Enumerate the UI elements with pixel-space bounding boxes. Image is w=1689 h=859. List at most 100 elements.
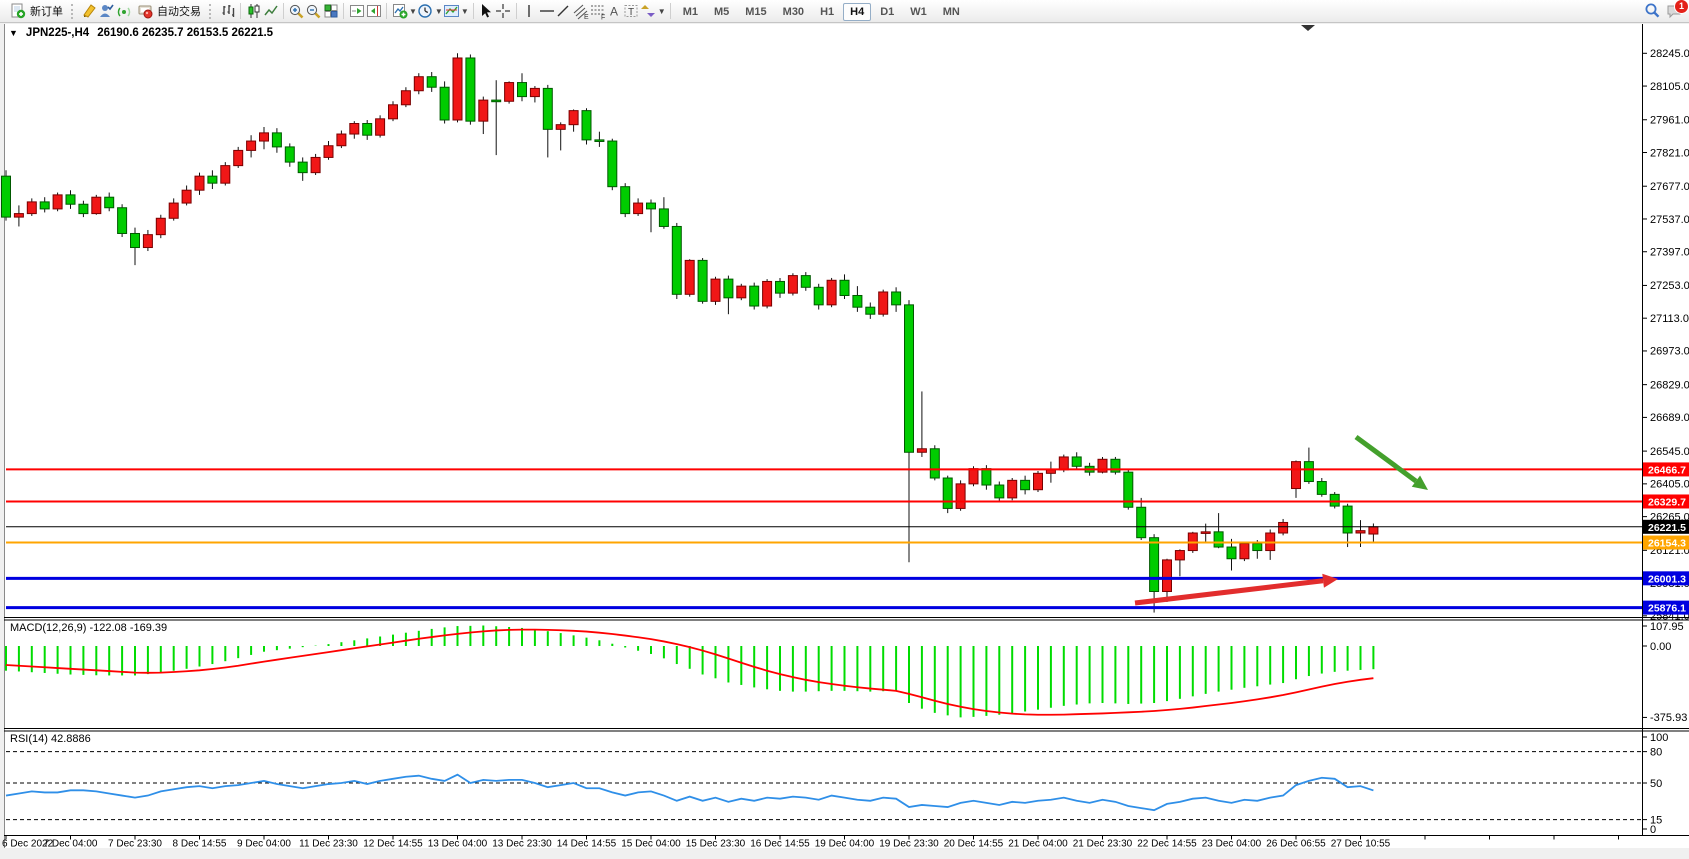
toolbar-separator	[386, 3, 387, 19]
toolbar-grip	[71, 4, 77, 19]
candlestick-chart-icon[interactable]	[245, 3, 262, 20]
rsi-scale-label: 80	[1650, 746, 1662, 758]
text-tool-icon[interactable]: A	[606, 3, 623, 20]
candle-body	[530, 88, 539, 96]
candle-body	[389, 105, 398, 119]
chart-plot-area[interactable]	[6, 24, 1642, 617]
candle-body	[40, 202, 49, 209]
candle-body	[1304, 462, 1313, 482]
shapes-tool-icon[interactable]	[640, 3, 657, 20]
shapes-dropdown-caret[interactable]: ▼	[658, 7, 666, 16]
candle-body	[1072, 457, 1081, 466]
timeframe-button-M1[interactable]: M1	[676, 3, 705, 21]
line-chart-icon[interactable]	[262, 3, 279, 20]
timeframe-button-H1[interactable]: H1	[813, 3, 841, 21]
candle-body	[1292, 462, 1301, 489]
ohlc-values: 26190.6 26235.7 26153.5 26221.5	[97, 27, 273, 39]
candle-body	[1137, 507, 1146, 537]
candle-body	[518, 83, 527, 97]
time-label: 8 Dec 14:55	[173, 839, 227, 850]
channel-tool-icon[interactable]: E	[572, 3, 589, 20]
candle-body	[595, 140, 604, 142]
time-label: 13 Dec 23:30	[492, 839, 552, 850]
macd-label: MACD(12,26,9) -122.08 -169.39	[10, 622, 167, 634]
search-icon[interactable]	[1643, 3, 1660, 20]
new-order-button[interactable]: 新订单	[5, 1, 67, 22]
candle-body	[1021, 480, 1030, 489]
candle-body	[105, 197, 114, 208]
templates-dropdown-caret[interactable]: ▼	[461, 7, 469, 16]
candle-body	[260, 133, 269, 141]
candle-body	[995, 485, 1004, 498]
zoom-out-icon[interactable]	[305, 3, 322, 20]
metaeditor-icon[interactable]	[81, 3, 98, 20]
profile-icon[interactable]	[98, 3, 115, 20]
time-label: 19 Dec 23:30	[879, 839, 939, 850]
periods-dropdown-caret[interactable]: ▼	[435, 7, 443, 16]
candle-body	[685, 260, 694, 294]
symbol-dropdown-icon[interactable]: ▼	[9, 28, 18, 38]
candle-body	[1356, 531, 1365, 533]
svg-text:T: T	[628, 7, 634, 18]
templates-icon[interactable]	[443, 3, 460, 20]
timeframe-button-M5[interactable]: M5	[707, 3, 736, 21]
rsi-scale-label: 50	[1650, 778, 1662, 790]
bar-chart-icon[interactable]	[219, 3, 236, 20]
candle-body	[634, 203, 643, 214]
time-label: 15 Dec 23:30	[686, 839, 746, 850]
time-label: 13 Dec 04:00	[428, 839, 488, 850]
candle-body	[1214, 532, 1223, 547]
candle-body	[930, 449, 939, 478]
auto-trading-button[interactable]: 自动交易	[132, 1, 205, 22]
candle-body	[131, 233, 140, 247]
new-order-icon	[9, 3, 26, 20]
notification-badge[interactable]: 1	[1674, 0, 1689, 14]
candle-body	[324, 146, 333, 158]
auto-trading-icon	[136, 3, 153, 20]
timeframe-button-MN[interactable]: MN	[936, 3, 967, 21]
candle-body	[1201, 532, 1210, 534]
text-label-tool-icon[interactable]: T	[623, 3, 640, 20]
indicators-dropdown-caret[interactable]: ▼	[409, 7, 417, 16]
candle-body	[969, 469, 978, 484]
crosshair-icon[interactable]	[495, 3, 512, 20]
toolbar-grip	[209, 4, 215, 19]
timeframe-button-H4[interactable]: H4	[843, 3, 871, 21]
hline-price-flag-label: 26466.7	[1648, 464, 1686, 476]
candle-body	[53, 195, 62, 209]
auto-scroll-icon[interactable]	[348, 3, 365, 20]
candle-body	[853, 295, 862, 307]
price-tick-label: 27537.0	[1650, 214, 1689, 226]
candle-body	[956, 484, 965, 509]
fibonacci-tool-icon[interactable]: F	[589, 3, 606, 20]
indicators-add-icon[interactable]	[391, 3, 408, 20]
candle-body	[788, 276, 797, 294]
timeframe-button-M15[interactable]: M15	[738, 3, 773, 21]
candle-body	[711, 279, 720, 301]
notifications-icon[interactable]: 1	[1666, 3, 1683, 20]
rsi-scale-label: 100	[1650, 732, 1668, 744]
candle-body	[672, 226, 681, 294]
price-tick-label: 27677.0	[1650, 181, 1689, 193]
tile-windows-icon[interactable]	[322, 3, 339, 20]
chart-shift-icon[interactable]	[365, 3, 382, 20]
vertical-line-tool-icon[interactable]	[521, 3, 538, 20]
periods-clock-icon[interactable]	[417, 3, 434, 20]
signals-icon[interactable]	[115, 3, 132, 20]
candle-body	[1330, 494, 1339, 506]
toolbar-separator	[343, 3, 344, 19]
horizontal-line-tool-icon[interactable]	[538, 3, 555, 20]
candle-body	[1150, 538, 1159, 592]
price-tick-label: 26405.0	[1650, 479, 1689, 491]
timeframe-button-D1[interactable]: D1	[873, 3, 901, 21]
candle-body	[1369, 527, 1378, 534]
timeframe-button-M30[interactable]: M30	[776, 3, 811, 21]
candle-body	[905, 305, 914, 452]
trendline-tool-icon[interactable]	[555, 3, 572, 20]
time-label: 20 Dec 14:55	[944, 839, 1004, 850]
timeframe-button-W1[interactable]: W1	[903, 3, 934, 21]
candle-body	[118, 208, 127, 234]
cursor-icon[interactable]	[478, 3, 495, 20]
candle-body	[401, 91, 410, 105]
zoom-in-icon[interactable]	[288, 3, 305, 20]
